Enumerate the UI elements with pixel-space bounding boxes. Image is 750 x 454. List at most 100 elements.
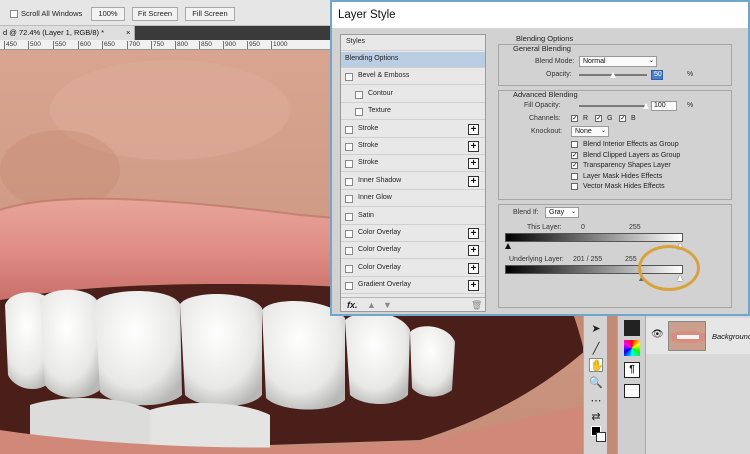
- style-item-checkbox[interactable]: [345, 125, 353, 134]
- add-effect-icon[interactable]: +: [468, 262, 479, 274]
- ruler-tick: 550: [53, 41, 66, 49]
- opacity-input[interactable]: 50: [651, 70, 663, 80]
- hand-tool-icon[interactable]: ✋: [589, 358, 604, 372]
- blending-options-panel: Blending Options General Blending Blend …: [492, 32, 746, 312]
- style-item-checkbox[interactable]: [345, 230, 353, 238]
- ruler-tick: 800: [175, 41, 188, 49]
- fill-opacity-input[interactable]: 100: [651, 101, 677, 111]
- move-up-icon[interactable]: ▲: [367, 300, 376, 310]
- document-tab-title: d @ 72.4% (Layer 1, RGB/8) *: [3, 28, 104, 37]
- style-item[interactable]: Color Overlay +: [341, 261, 485, 277]
- channel-g-checkbox[interactable]: ✓: [595, 115, 602, 122]
- ruler-tick: 1000: [271, 41, 288, 49]
- style-item[interactable]: Stroke +: [341, 139, 485, 155]
- add-effect-icon[interactable]: +: [468, 175, 479, 187]
- style-item-label: Color Overlay: [358, 246, 401, 254]
- style-item-checkbox[interactable]: [345, 212, 353, 221]
- layer-row[interactable]: 👁 Background: [646, 318, 750, 354]
- channel-r-checkbox[interactable]: ✓: [571, 115, 578, 122]
- fill-opacity-slider-thumb[interactable]: [643, 103, 649, 109]
- fill-opacity-unit: %: [687, 102, 694, 109]
- style-item-label: Stroke: [358, 159, 379, 167]
- blend-if-select[interactable]: Gray ⌄: [545, 207, 579, 218]
- style-item-checkbox[interactable]: [355, 108, 363, 117]
- style-item-checkbox[interactable]: [345, 282, 353, 291]
- style-item-checkbox[interactable]: [355, 90, 363, 99]
- advanced-option-checkbox[interactable]: [571, 141, 578, 148]
- style-item[interactable]: Color Overlay +: [341, 226, 485, 242]
- style-item[interactable]: Stroke +: [341, 122, 485, 138]
- style-item-checkbox[interactable]: [345, 143, 353, 151]
- add-effect-icon[interactable]: +: [468, 280, 479, 292]
- panel-toggle-icon[interactable]: [624, 320, 640, 336]
- brush-tool-icon[interactable]: ╱: [589, 342, 603, 356]
- fx-icon[interactable]: fx.: [347, 300, 358, 310]
- move-down-icon[interactable]: ▼: [383, 300, 392, 310]
- more-tools-icon[interactable]: ⋯: [589, 394, 603, 408]
- style-item-checkbox[interactable]: [345, 247, 353, 256]
- styles-list: Styles Blending Options Bevel & Emboss Con…: [340, 34, 486, 312]
- blend-if-group: Blend If: Gray ⌄ This Layer: 0 255 Under…: [498, 204, 732, 308]
- style-item[interactable]: Gradient Overlay +: [341, 278, 485, 295]
- underlying-layer-label: Underlying Layer:: [509, 256, 564, 263]
- style-item[interactable]: Satin: [341, 209, 485, 225]
- ruler-tick: 650: [102, 41, 115, 49]
- advanced-blending-group: Advanced Blending Fill Opacity: 100 % Ch…: [498, 90, 732, 200]
- add-effect-icon[interactable]: +: [468, 141, 479, 152]
- this-layer-gradient: [505, 233, 683, 242]
- advanced-option-label: Blend Clipped Layers as Group: [583, 151, 681, 159]
- horizontal-ruler: 450 500 550 600 650 700 750 800 850 900 …: [0, 40, 330, 50]
- chevron-down-icon: ⌄: [600, 128, 606, 134]
- knockout-select[interactable]: None ⌄: [571, 126, 609, 137]
- add-effect-icon[interactable]: +: [468, 245, 479, 257]
- background-color-swatch[interactable]: [596, 432, 606, 442]
- trash-icon[interactable]: 🗑: [471, 300, 482, 311]
- blend-mode-select[interactable]: Normal ⌄: [579, 56, 657, 67]
- style-item[interactable]: Stroke +: [341, 156, 485, 173]
- fill-screen-button[interactable]: Fill Screen: [185, 7, 235, 21]
- styles-header-label: Styles: [346, 38, 366, 45]
- blend-if-label: Blend If:: [513, 209, 539, 216]
- color-panel-icon[interactable]: [624, 340, 640, 356]
- swap-colors-icon[interactable]: ⇄: [589, 410, 603, 424]
- add-effect-icon[interactable]: +: [468, 158, 479, 170]
- style-item-checkbox[interactable]: [345, 264, 353, 273]
- styles-header[interactable]: Styles: [341, 35, 485, 51]
- style-item[interactable]: Inner Glow: [341, 191, 485, 208]
- opacity-slider-thumb[interactable]: [610, 72, 616, 78]
- this-layer-black-slider[interactable]: [505, 243, 511, 249]
- style-item[interactable]: Bevel & Emboss: [341, 69, 485, 86]
- document-tab[interactable]: d @ 72.4% (Layer 1, RGB/8) * ×: [0, 26, 135, 40]
- advanced-option-checkbox[interactable]: [571, 172, 578, 180]
- style-item[interactable]: Texture: [341, 104, 485, 121]
- style-item[interactable]: Inner Shadow +: [341, 174, 485, 190]
- close-icon[interactable]: ×: [126, 26, 130, 40]
- fill-opacity-slider-track[interactable]: [579, 105, 647, 107]
- advanced-option-checkbox[interactable]: ✓: [571, 162, 578, 169]
- scroll-all-windows-checkbox[interactable]: [10, 10, 18, 18]
- style-item[interactable]: Color Overlay +: [341, 243, 485, 260]
- style-item[interactable]: Blending Options: [341, 52, 485, 68]
- style-item[interactable]: Contour: [341, 87, 485, 103]
- style-item-checkbox[interactable]: [345, 177, 353, 186]
- move-tool-icon[interactable]: ➤: [589, 322, 603, 336]
- fit-screen-button[interactable]: Fit Screen: [132, 7, 178, 21]
- style-item-checkbox[interactable]: [345, 160, 353, 169]
- channel-b-checkbox[interactable]: ✓: [619, 115, 626, 122]
- adjustments-panel-icon[interactable]: [624, 384, 640, 398]
- style-item-label: Stroke: [358, 142, 379, 149]
- zoom-tool-icon[interactable]: 🔍: [589, 376, 603, 390]
- style-item-checkbox[interactable]: [345, 195, 353, 204]
- blend-if-value: Gray: [549, 209, 565, 216]
- zoom-100-button[interactable]: 100%: [91, 7, 125, 21]
- style-item-label: Blending Options: [345, 55, 399, 62]
- advanced-option-checkbox[interactable]: [571, 183, 578, 190]
- styles-list-footer: fx. ▲ ▼ 🗑: [341, 297, 485, 312]
- add-effect-icon[interactable]: +: [468, 228, 479, 239]
- underlying-layer-max: 255: [625, 256, 637, 263]
- character-panel-icon[interactable]: ¶: [624, 362, 640, 378]
- advanced-option-checkbox[interactable]: ✓: [571, 151, 578, 159]
- style-item-checkbox[interactable]: [345, 73, 353, 82]
- add-effect-icon[interactable]: +: [468, 123, 479, 135]
- eye-icon[interactable]: 👁: [651, 330, 664, 340]
